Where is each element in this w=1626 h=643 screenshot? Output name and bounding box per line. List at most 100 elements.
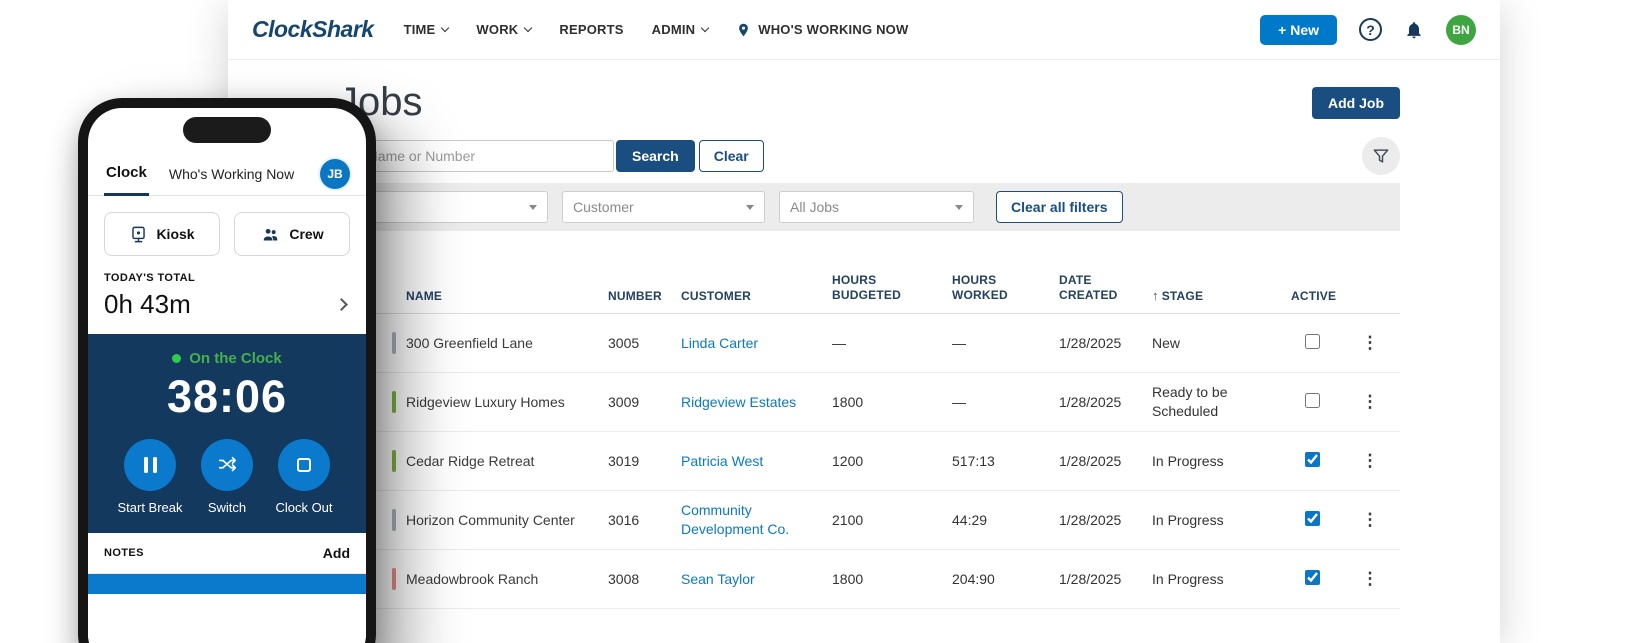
hours-budgeted-cell: 1200 xyxy=(832,453,864,469)
phone-screen: Clock Who's Working Now JB Kiosk Crew TO… xyxy=(88,108,366,643)
column-header-customer[interactable]: CUSTOMER xyxy=(681,289,832,303)
column-header-name[interactable]: NAME xyxy=(338,289,608,303)
hours-budgeted-cell: 2100 xyxy=(832,512,864,528)
kiosk-icon xyxy=(132,226,146,242)
column-header-label: DATE CREATED xyxy=(1059,273,1118,302)
notifications-bell-icon[interactable] xyxy=(1404,19,1424,41)
table-row: 300 Greenfield Lane 3005 Linda Carter — … xyxy=(338,314,1400,373)
todays-total-section: TODAY'S TOTAL 0h 43m xyxy=(88,272,366,334)
chevron-down-icon xyxy=(701,23,710,32)
column-header-stage[interactable]: ↑ STAGE xyxy=(1152,288,1291,303)
crew-button[interactable]: Crew xyxy=(234,212,350,256)
hours-worked-cell: 204:90 xyxy=(952,571,995,587)
tab-whos-working-now[interactable]: Who's Working Now xyxy=(169,166,294,182)
table-row: Cedar Ridge Retreat 3019 Patricia West 1… xyxy=(338,432,1400,491)
job-number-cell: 3009 xyxy=(608,394,640,410)
todays-total-label: TODAY'S TOTAL xyxy=(104,272,196,284)
nav-item-label: WHO'S WORKING NOW xyxy=(758,22,909,37)
column-header-active[interactable]: ACTIVE xyxy=(1291,289,1360,303)
hours-worked-cell: 517:13 xyxy=(952,453,995,469)
start-break-button[interactable]: Start Break xyxy=(112,439,188,515)
stage-cell: In Progress xyxy=(1152,570,1224,587)
clear-search-button[interactable]: Clear xyxy=(698,140,764,172)
hours-worked-cell: — xyxy=(952,394,966,410)
notes-add-link[interactable]: Add xyxy=(323,545,350,561)
date-created-cell: 1/28/2025 xyxy=(1059,335,1122,351)
clock-actions: Start Break Switch Clock Out xyxy=(102,439,352,515)
column-header-hours-worked[interactable]: HOURS WORKED xyxy=(952,273,1059,303)
active-cell xyxy=(1291,452,1360,470)
stop-icon xyxy=(278,439,330,491)
app-window: ClockShark TIME WORK REPORTS ADMIN WHO'S… xyxy=(228,0,1500,643)
job-name-cell: Ridgeview Luxury Homes xyxy=(338,391,608,413)
search-bar: Search Clear xyxy=(338,137,1400,175)
job-name: Cedar Ridge Retreat xyxy=(406,453,535,469)
table-row: Horizon Community Center 3016 Community … xyxy=(338,491,1400,550)
todays-total-row[interactable]: 0h 43m xyxy=(104,284,350,334)
start-break-label: Start Break xyxy=(117,500,183,515)
bottom-blue-bar xyxy=(88,574,366,594)
hours-budgeted-cell: 1800 xyxy=(832,394,864,410)
customer-link[interactable]: Ridgeview Estates xyxy=(681,394,796,410)
customer-link[interactable]: Sean Taylor xyxy=(681,571,755,587)
chevron-down-icon xyxy=(955,204,963,210)
pause-icon xyxy=(124,439,176,491)
active-checkbox[interactable] xyxy=(1305,570,1320,585)
nav-item-work[interactable]: WORK xyxy=(476,22,533,37)
row-menu-button[interactable]: ⋮ xyxy=(1360,569,1380,589)
job-number-cell: 3005 xyxy=(608,335,640,351)
stage-cell: In Progress xyxy=(1152,452,1224,469)
column-header-number[interactable]: NUMBER xyxy=(608,289,681,303)
nav-item-whos-working-now[interactable]: WHO'S WORKING NOW xyxy=(736,21,908,39)
active-checkbox[interactable] xyxy=(1305,393,1320,408)
nav-item-admin[interactable]: ADMIN xyxy=(652,22,710,37)
job-name-cell: Meadowbrook Ranch xyxy=(338,568,608,590)
stage-color-bar xyxy=(392,509,396,531)
add-job-button[interactable]: Add Job xyxy=(1312,86,1400,119)
clock-out-button[interactable]: Clock Out xyxy=(266,439,342,515)
clock-timer: 38:06 xyxy=(166,371,288,422)
customer-link[interactable]: Linda Carter xyxy=(681,335,758,351)
stage-color-bar xyxy=(392,450,396,472)
todays-total-value: 0h 43m xyxy=(104,289,191,319)
filter-toggle-button[interactable] xyxy=(1362,137,1400,175)
active-cell xyxy=(1291,511,1360,529)
column-header-date-created[interactable]: DATE CREATED xyxy=(1059,273,1152,303)
nav-item-reports[interactable]: REPORTS xyxy=(559,22,623,37)
row-menu-button[interactable]: ⋮ xyxy=(1360,392,1380,412)
search-input[interactable] xyxy=(338,140,614,172)
jobs-filter-value: All Jobs xyxy=(790,199,840,215)
screen-filler xyxy=(88,594,366,643)
kiosk-button[interactable]: Kiosk xyxy=(104,212,220,256)
active-checkbox[interactable] xyxy=(1305,511,1320,526)
stage-color-bar xyxy=(392,391,396,413)
row-menu-button[interactable]: ⋮ xyxy=(1360,510,1380,530)
column-header-hours-budgeted[interactable]: HOURS BUDGETED xyxy=(832,273,952,303)
nav-item-time[interactable]: TIME xyxy=(404,22,450,37)
job-number-cell: 3008 xyxy=(608,571,640,587)
stage-cell: New xyxy=(1152,334,1181,351)
date-created-cell: 1/28/2025 xyxy=(1059,571,1122,587)
phone-user-avatar[interactable]: JB xyxy=(320,158,350,189)
customer-cell: Linda Carter xyxy=(681,334,832,353)
customer-filter-select[interactable]: Customer xyxy=(562,191,765,223)
user-avatar[interactable]: BN xyxy=(1446,14,1476,45)
phone-mockup: Clock Who's Working Now JB Kiosk Crew TO… xyxy=(78,98,376,643)
jobs-filter-select[interactable]: All Jobs xyxy=(779,191,974,223)
new-button[interactable]: + New xyxy=(1260,14,1337,45)
active-checkbox[interactable] xyxy=(1305,334,1320,349)
stage-filter-select[interactable] xyxy=(358,191,548,223)
active-checkbox[interactable] xyxy=(1305,452,1320,467)
row-menu-button[interactable]: ⋮ xyxy=(1360,451,1380,471)
help-icon[interactable]: ? xyxy=(1359,18,1382,41)
job-name-cell: Cedar Ridge Retreat xyxy=(338,450,608,472)
switch-button[interactable]: Switch xyxy=(189,439,265,515)
customer-link[interactable]: Community Development Co. xyxy=(681,502,789,537)
search-button[interactable]: Search xyxy=(616,140,695,172)
tab-clock[interactable]: Clock xyxy=(104,153,149,196)
customer-link[interactable]: Patricia West xyxy=(681,453,763,469)
chevron-down-icon xyxy=(441,23,450,32)
page-header: Jobs Add Job xyxy=(338,80,1400,125)
clear-all-filters-button[interactable]: Clear all filters xyxy=(996,191,1123,223)
row-menu-button[interactable]: ⋮ xyxy=(1360,333,1380,353)
